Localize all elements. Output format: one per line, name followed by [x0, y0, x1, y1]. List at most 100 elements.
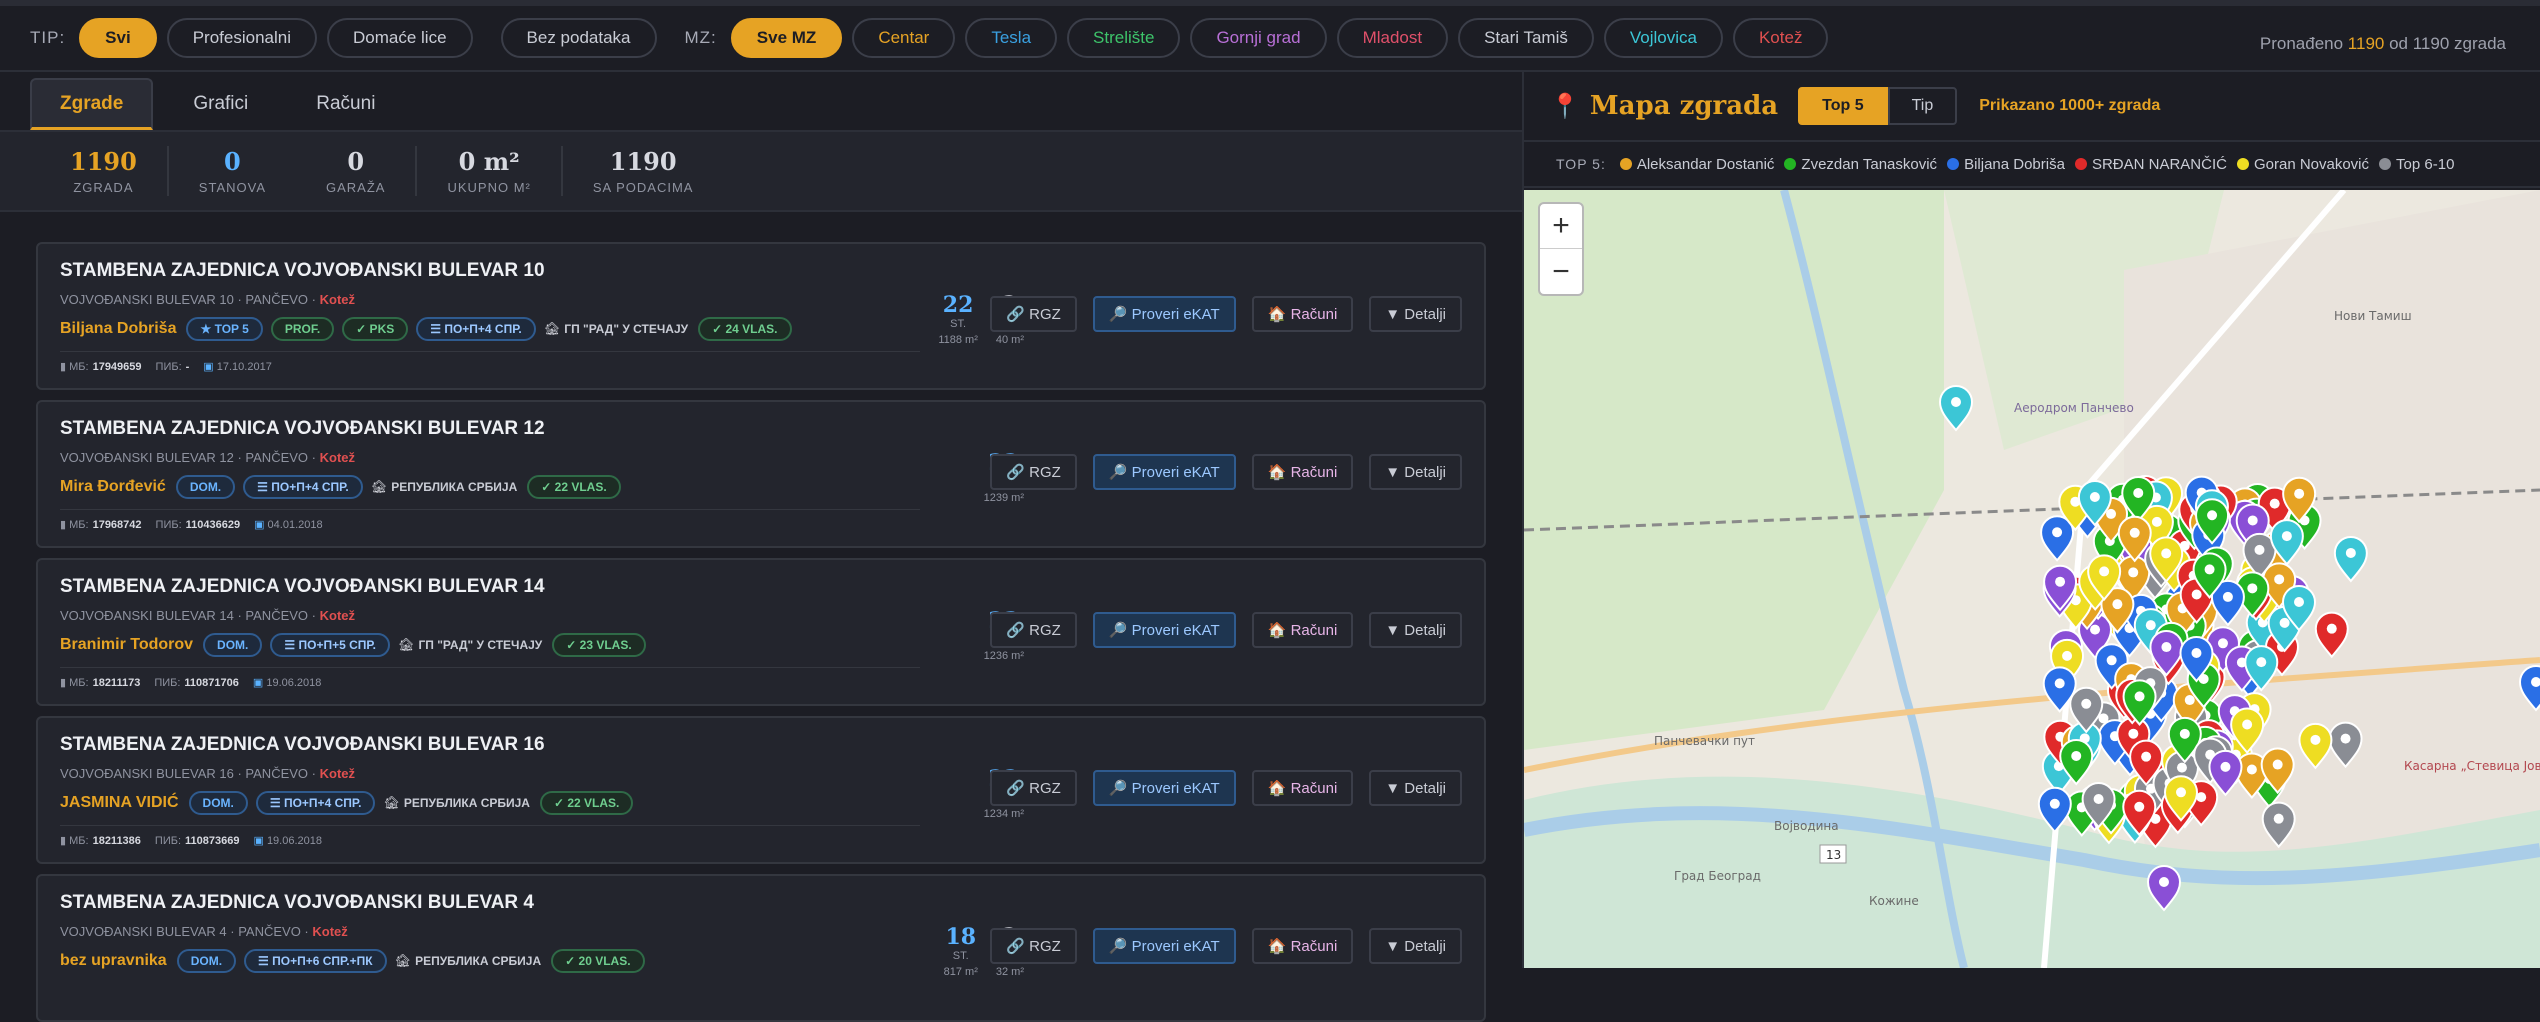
legend-dot	[1784, 158, 1797, 170]
calendar-icon: ▣	[253, 835, 264, 847]
proveri-ekat-button[interactable]: 🔎 Proveri eKAT	[1092, 612, 1236, 648]
racuni-label: Računi	[1290, 937, 1338, 955]
map-label-aerodrom: Аеродром Панчево	[2014, 401, 2134, 415]
racuni-button[interactable]: 🏠 Računi	[1251, 928, 1354, 964]
mz-chip-centar[interactable]: Centar	[852, 18, 956, 58]
pib-value: 110873669	[185, 834, 240, 847]
mz-chip-tesla[interactable]: Tesla	[965, 18, 1058, 58]
detalji-button[interactable]: ▼ Detalji	[1369, 928, 1462, 964]
building-tag: ★ TOP 5	[186, 317, 263, 341]
tab-grafici[interactable]: Grafici	[165, 78, 276, 130]
ekat-label: Proveri eKAT	[1131, 779, 1220, 797]
map-tab-top5[interactable]: Top 5	[1798, 87, 1888, 125]
pib-value: 110436629	[185, 518, 241, 531]
detalji-button[interactable]: ▼ Detalji	[1369, 296, 1462, 332]
mz-chip-kotez[interactable]: Kotež	[1732, 18, 1829, 58]
map-label-novi-tamis: Нови Тамиш	[2334, 309, 2412, 323]
detalji-button[interactable]: ▼ Detalji	[1369, 612, 1462, 648]
marker-center	[2099, 566, 2110, 577]
tip-chip-domace-lice[interactable]: Domaće lice	[326, 18, 473, 58]
rgz-button[interactable]: 🔗 RGZ	[990, 928, 1077, 964]
map-view[interactable]: Аеродром Панчево Касарна „Стевица Јовано…	[1524, 190, 2540, 968]
manager-name: Branimir Todorov	[60, 636, 194, 653]
marker-center	[2281, 531, 2292, 542]
building-actions: 🔗 RGZ 🔎 Proveri eKAT 🏠 Računi ▼ Detalji	[974, 296, 1462, 332]
rgz-button[interactable]: 🔗 RGZ	[990, 770, 1077, 806]
tip-chip-bez-podataka[interactable]: Bez podataka	[500, 18, 657, 58]
mz-chip-vojlovica[interactable]: Vojlovica	[1603, 18, 1723, 58]
map-title: Mapa zgrada	[1589, 91, 1779, 121]
tab-racuni[interactable]: Računi	[288, 78, 403, 130]
building-card[interactable]: STAMBENA ZAJEDNICA VOJVOĐANSKI BULEVAR 1…	[36, 400, 1486, 548]
ekat-label: Proveri eKAT	[1131, 621, 1220, 639]
marker-center	[2176, 762, 2187, 773]
building-title: STAMBENA ZAJEDNICA VOJVOĐANSKI BULEVAR 4	[60, 892, 534, 913]
racuni-button[interactable]: 🏠 Računi	[1251, 296, 1354, 332]
search-icon: 🔎	[1108, 780, 1128, 797]
marker-center	[2184, 695, 2195, 706]
marker-center	[2128, 567, 2139, 578]
building-card[interactable]: STAMBENA ZAJEDNICA VOJVOĐANSKI BULEVAR 1…	[36, 558, 1486, 706]
building-card[interactable]: STAMBENA ZAJEDNICA VOJVOĐANSKI BULEVAR 1…	[36, 242, 1486, 390]
mz-chip-mladost[interactable]: Mladost	[1336, 18, 1449, 58]
rgz-button[interactable]: 🔗 RGZ	[990, 454, 1077, 490]
map-legend: TOP 5: Aleksandar Dostanić Zvezdan Tanask…	[1524, 142, 2540, 188]
found-prefix: Pronađeno	[2259, 34, 2344, 53]
ekat-label: Proveri eKAT	[1131, 937, 1220, 955]
mz-chip-stari-tamis[interactable]: Stari Tamiš	[1458, 18, 1594, 58]
rgz-button[interactable]: 🔗 RGZ	[990, 296, 1077, 332]
document-icon: ▮	[60, 519, 67, 531]
marker-center	[2246, 764, 2257, 775]
mb-value: 18211386	[92, 834, 141, 847]
st-value: 22	[942, 292, 974, 318]
marker-center	[2179, 728, 2190, 739]
racuni-button[interactable]: 🏠 Računi	[1251, 612, 1354, 648]
map-label-kozine: Кожине	[1869, 894, 1919, 908]
apartments-count: 22 ST. 1188 m²	[938, 292, 978, 346]
mz-chip-streliste[interactable]: Strelište	[1067, 18, 1181, 58]
zoom-in-button[interactable]: +	[1540, 204, 1582, 249]
tip-chip-profesionalni[interactable]: Profesionalni	[166, 18, 317, 58]
legend-item: Aleksandar Dostanić	[1636, 155, 1775, 173]
marker-center	[2217, 638, 2228, 649]
racuni-button[interactable]: 🏠 Računi	[1251, 770, 1354, 806]
marker-center	[2256, 657, 2267, 668]
rgz-button[interactable]: 🔗 RGZ	[990, 612, 1077, 648]
st-area: 1236 m²	[983, 650, 1024, 662]
marker-center	[2071, 750, 2082, 761]
building-actions: 🔗 RGZ 🔎 Proveri eKAT 🏠 Računi ▼ Detalji	[974, 454, 1462, 490]
proveri-ekat-button[interactable]: 🔎 Proveri eKAT	[1092, 928, 1236, 964]
building-tag: ☰ ПО+П+6 СПР.+ПК	[244, 949, 387, 973]
mz-chip-sve[interactable]: Sve MZ	[730, 18, 843, 58]
marker-center	[2207, 510, 2218, 521]
legend-dot	[1619, 158, 1632, 170]
building-title: STAMBENA ZAJEDNICA VOJVOĐANSKI BULEVAR 1…	[60, 576, 545, 597]
marker-center	[2254, 544, 2265, 555]
stat-garaza: 0 GARAŽA	[296, 147, 415, 195]
building-card[interactable]: STAMBENA ZAJEDNICA VOJVOĐANSKI BULEVAR 1…	[36, 716, 1486, 864]
marker-center	[2310, 734, 2321, 745]
marker-center	[2133, 487, 2144, 498]
tip-chip-svi[interactable]: Svi	[79, 18, 157, 58]
racuni-button[interactable]: 🏠 Računi	[1251, 454, 1354, 490]
mz-chip-gornji-grad[interactable]: Gornji grad	[1190, 18, 1327, 58]
marker-center	[2093, 793, 2104, 804]
manager-name: JASMINA VIDIĆ	[60, 794, 179, 811]
map-tab-tip[interactable]: Tip	[1887, 87, 1958, 125]
racuni-label: Računi	[1290, 463, 1338, 481]
tab-zgrade[interactable]: Zgrade	[30, 78, 154, 130]
pib-label: ПИБ:	[155, 518, 182, 531]
proveri-ekat-button[interactable]: 🔎 Proveri eKAT	[1092, 296, 1236, 332]
zoom-out-button[interactable]: −	[1540, 249, 1582, 294]
detalji-button[interactable]: ▼ Detalji	[1369, 454, 1462, 490]
proveri-ekat-button[interactable]: 🔎 Proveri eKAT	[1092, 770, 1236, 806]
proveri-ekat-button[interactable]: 🔎 Proveri eKAT	[1092, 454, 1236, 490]
filter-bar: TIP: Svi Profesionalni Domaće lice Bez p…	[0, 0, 2540, 72]
date-value: 17.10.2017	[216, 360, 272, 373]
building-card[interactable]: STAMBENA ZAJEDNICA VOJVOĐANSKI BULEVAR 4…	[36, 874, 1486, 1022]
mb-value: 17968742	[92, 518, 142, 531]
legend-dot	[1947, 158, 1960, 170]
pib-value: 110871706	[184, 676, 239, 689]
building-meta: ▮ MБ: 18211173 ПИБ: 110871706 ▣ 19.06.2018	[60, 667, 920, 689]
detalji-button[interactable]: ▼ Detalji	[1369, 770, 1462, 806]
